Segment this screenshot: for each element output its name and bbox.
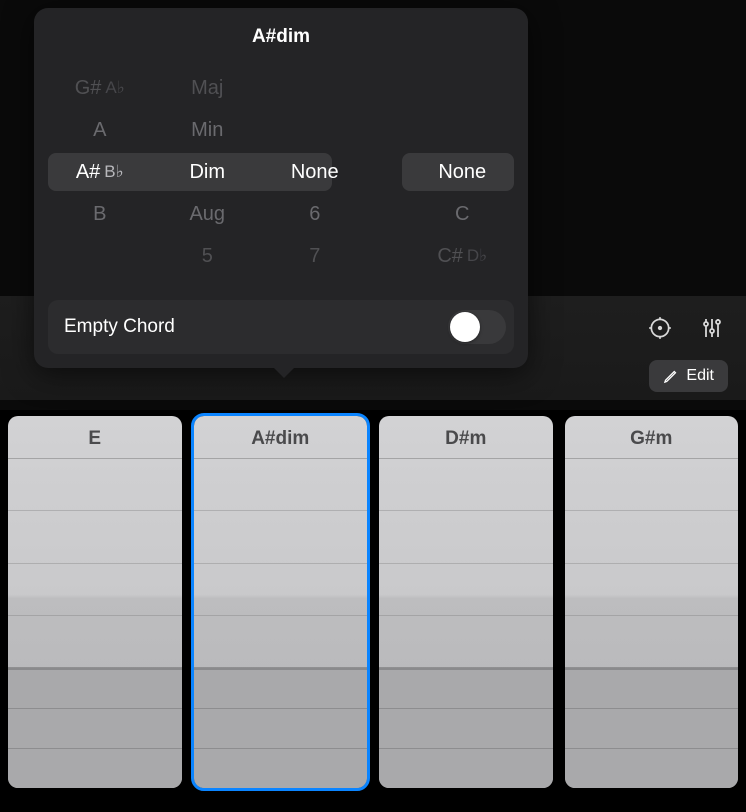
- fret-row[interactable]: [565, 708, 739, 748]
- fret-row[interactable]: [379, 668, 553, 708]
- wheel-item: B: [48, 193, 152, 235]
- string-row[interactable]: [8, 563, 182, 615]
- wheel-item: 6: [263, 193, 367, 235]
- string-row[interactable]: [565, 563, 739, 615]
- string-row[interactable]: [379, 510, 553, 562]
- bass-note-wheel[interactable]: NoneCC#D♭: [411, 62, 515, 282]
- wheel-item: Dim: [156, 151, 260, 193]
- wheel-item: A: [48, 109, 152, 151]
- chord-quality-wheel[interactable]: MajMinDimAug5: [156, 62, 260, 282]
- fret-row[interactable]: [194, 668, 368, 708]
- wheel-item: None: [263, 151, 367, 193]
- chord-pad[interactable]: D#m: [379, 416, 553, 788]
- popover-arrow: [272, 366, 296, 378]
- fret-area: [194, 667, 368, 788]
- fret-row[interactable]: [194, 748, 368, 788]
- chord-pad[interactable]: E: [8, 416, 182, 788]
- chord-pad[interactable]: G#m: [565, 416, 739, 788]
- wheel-item: [263, 109, 367, 151]
- string-row[interactable]: [194, 510, 368, 562]
- tempo-icon[interactable]: [646, 314, 674, 342]
- string-row[interactable]: [194, 563, 368, 615]
- empty-chord-toggle[interactable]: [448, 310, 506, 344]
- fret-row[interactable]: [379, 748, 553, 788]
- chord-pad-label: G#m: [565, 416, 739, 458]
- popover-title: A#dim: [48, 26, 514, 48]
- fret-area: [379, 667, 553, 788]
- empty-chord-row: Empty Chord: [48, 300, 514, 354]
- wheel-item: Maj: [156, 67, 260, 109]
- empty-chord-label: Empty Chord: [64, 316, 175, 338]
- chord-pad-label: A#dim: [194, 416, 368, 458]
- string-area: [8, 458, 182, 667]
- string-row[interactable]: [8, 458, 182, 510]
- wheel-item: [411, 67, 515, 109]
- wheel-item: A#B♭: [48, 151, 152, 193]
- fret-area: [565, 667, 739, 788]
- wheel-item: [48, 235, 152, 277]
- picker-wheels: G#A♭AA#B♭B MajMinDimAug5 None67 NoneCC#D…: [48, 62, 514, 282]
- fret-row[interactable]: [8, 708, 182, 748]
- string-row[interactable]: [379, 458, 553, 510]
- string-row[interactable]: [194, 615, 368, 667]
- wheel-item: Min: [156, 109, 260, 151]
- string-area: [565, 458, 739, 667]
- chord-strip: E A#dim D#m G#m: [0, 410, 746, 812]
- edit-button[interactable]: Edit: [649, 360, 728, 392]
- fret-area: [8, 667, 182, 788]
- string-area: [194, 458, 368, 667]
- wheel-item: Aug: [156, 193, 260, 235]
- string-row[interactable]: [565, 615, 739, 667]
- fret-row[interactable]: [379, 708, 553, 748]
- wheel-item: C#D♭: [411, 235, 515, 277]
- string-row[interactable]: [8, 615, 182, 667]
- wheel-item: 7: [263, 235, 367, 277]
- chord-extension-wheel[interactable]: None67: [263, 62, 367, 282]
- chord-pad-label: E: [8, 416, 182, 458]
- string-row[interactable]: [8, 510, 182, 562]
- chord-editor-popover: A#dim G#A♭AA#B♭B MajMinDimAug5 None67 No…: [34, 8, 528, 368]
- fret-row[interactable]: [194, 708, 368, 748]
- mixer-icon[interactable]: [698, 314, 726, 342]
- string-row[interactable]: [565, 510, 739, 562]
- toolbar-icons: [646, 308, 726, 348]
- fret-row[interactable]: [8, 668, 182, 708]
- root-note-wheel[interactable]: G#A♭AA#B♭B: [48, 62, 152, 282]
- wheel-item: 5: [156, 235, 260, 277]
- string-row[interactable]: [379, 563, 553, 615]
- pencil-icon: [663, 369, 678, 384]
- fret-row[interactable]: [565, 668, 739, 708]
- wheel-item: C: [411, 193, 515, 235]
- string-row[interactable]: [194, 458, 368, 510]
- chord-pad[interactable]: A#dim: [194, 416, 368, 788]
- edit-button-label: Edit: [686, 367, 714, 385]
- string-row[interactable]: [565, 458, 739, 510]
- wheel-item: G#A♭: [48, 67, 152, 109]
- chord-pad-label: D#m: [379, 416, 553, 458]
- fret-row[interactable]: [8, 748, 182, 788]
- string-row[interactable]: [379, 615, 553, 667]
- toggle-knob: [450, 312, 480, 342]
- wheel-item: [411, 109, 515, 151]
- wheel-item: None: [411, 151, 515, 193]
- string-area: [379, 458, 553, 667]
- fret-row[interactable]: [565, 748, 739, 788]
- wheel-item: [263, 67, 367, 109]
